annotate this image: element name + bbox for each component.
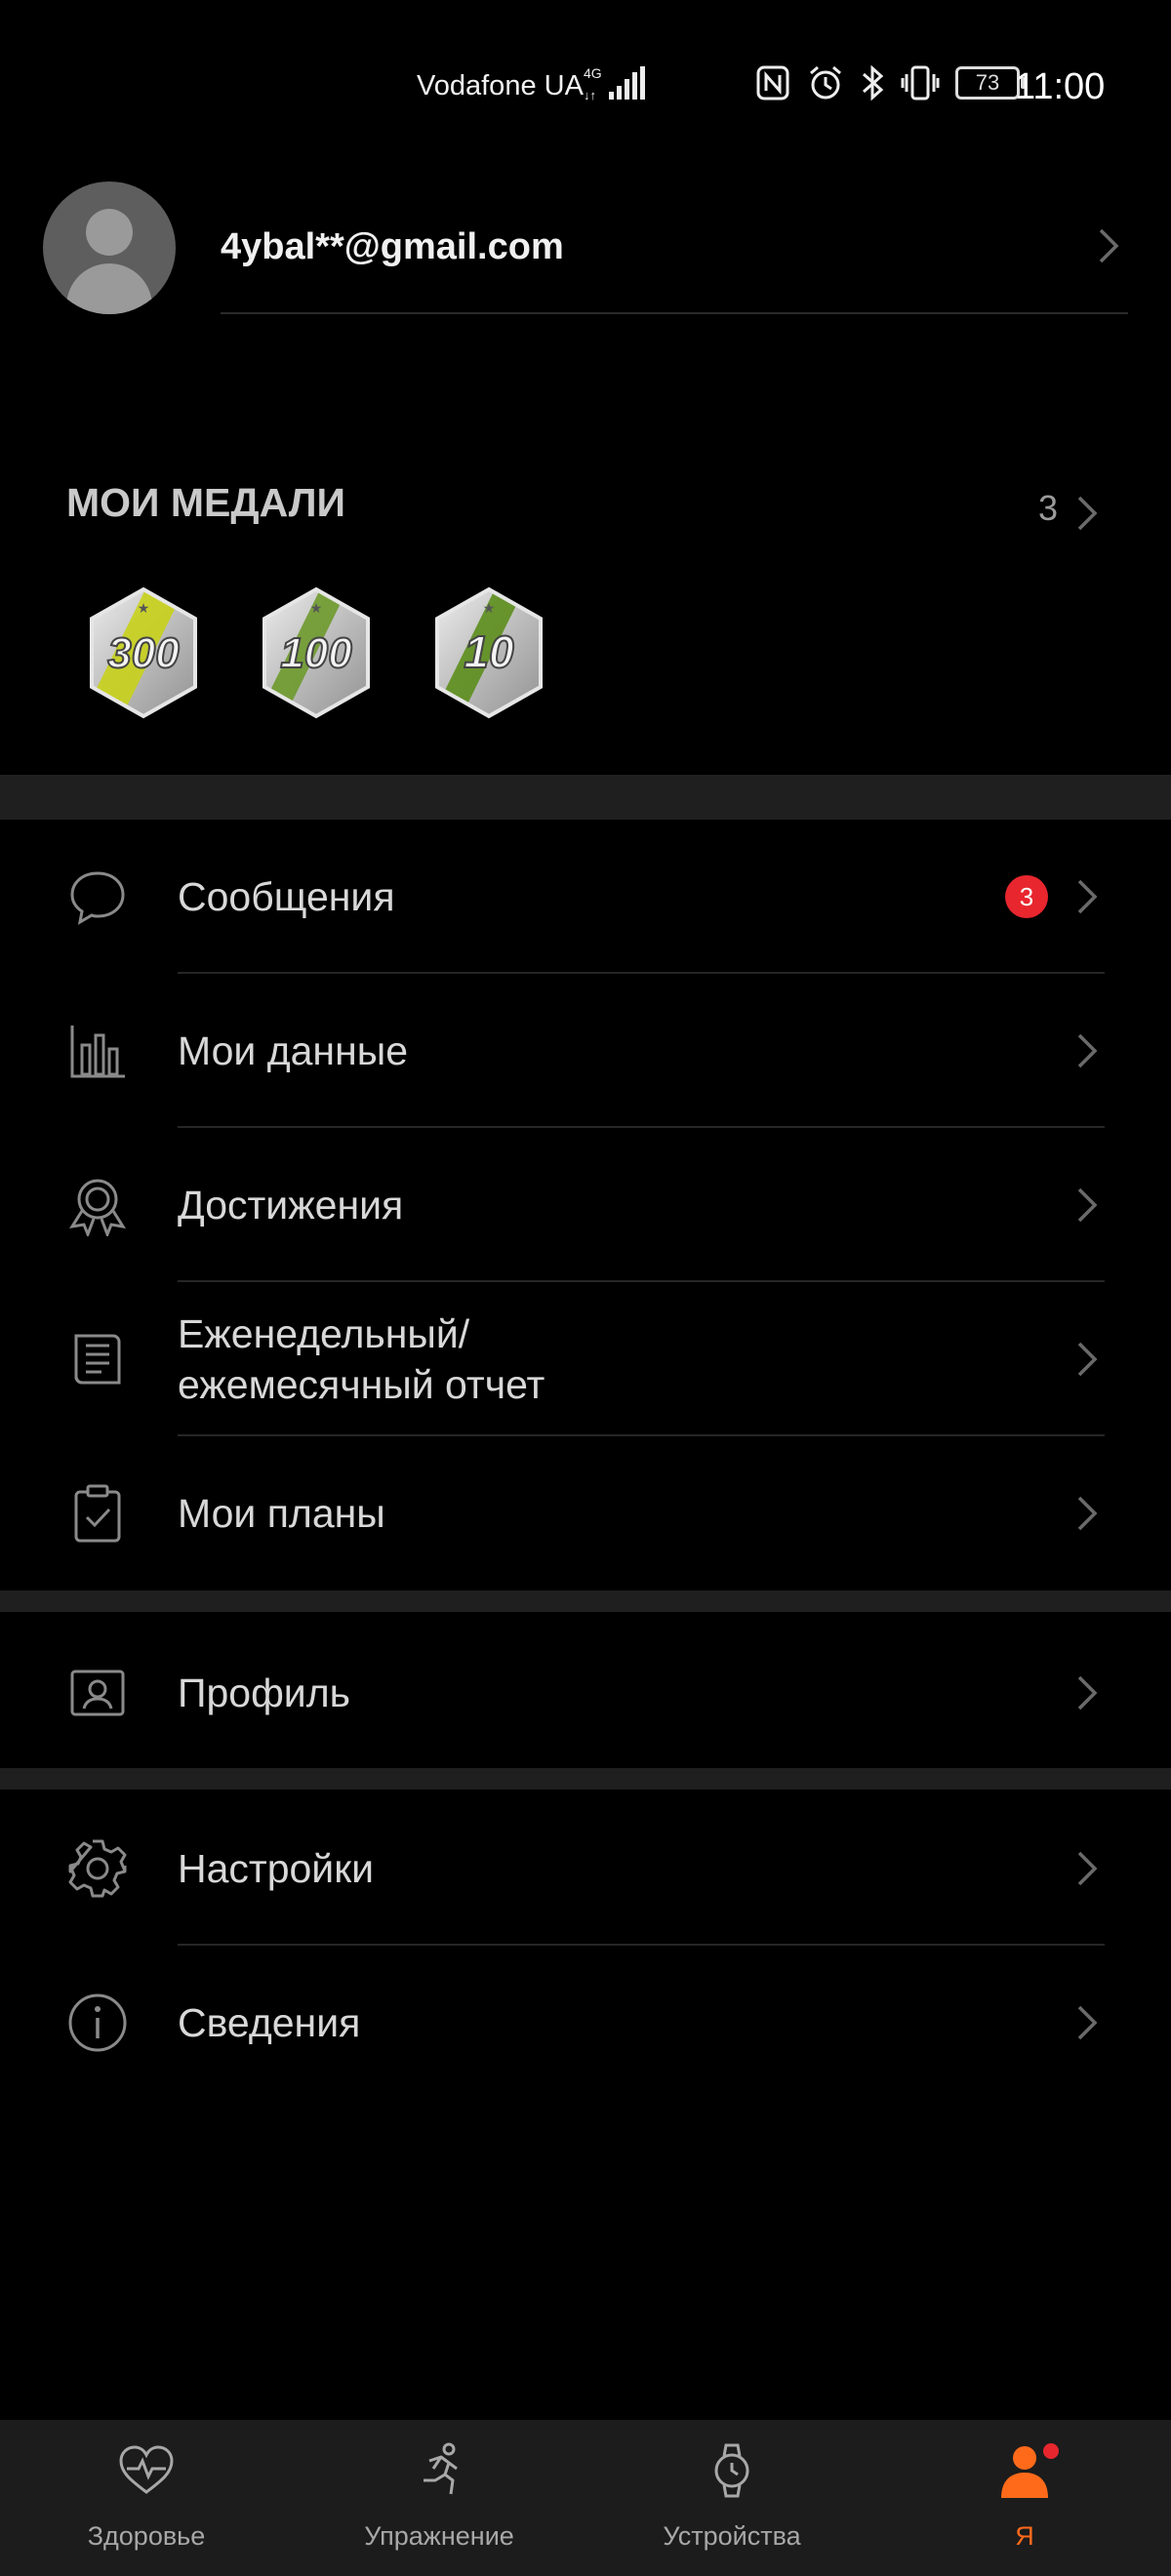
chevron-right-icon (1095, 224, 1122, 272)
section-separator (0, 1768, 1171, 1790)
unread-badge: 3 (1005, 875, 1048, 918)
menu-label: Еженедельный/ежемесячный отчет (178, 1311, 545, 1407)
menu-item-settings[interactable]: Настройки (0, 1791, 1171, 1946)
tab-label: Упражнение (364, 2521, 514, 2551)
chevron-right-icon (1077, 879, 1098, 914)
tab-label: Устройства (663, 2521, 801, 2551)
tab-label: Я (1015, 2521, 1034, 2551)
clock: 11:00 (1015, 66, 1106, 107)
chevron-right-icon (1077, 1675, 1098, 1711)
chevron-right-icon (1077, 1187, 1098, 1223)
avatar[interactable] (43, 181, 176, 314)
menu-label: Сообщения (178, 874, 395, 919)
medal-10[interactable]: 10 ★ (425, 584, 552, 722)
tab-me[interactable]: Я (878, 2420, 1171, 2576)
menu-item-my-data[interactable]: Мои данные (0, 974, 1171, 1128)
bar-chart-icon (70, 1026, 125, 1078)
chevron-right-icon (1077, 1496, 1098, 1531)
menu-item-reports[interactable]: Еженедельный/ежемесячный отчет (0, 1282, 1171, 1436)
tab-devices[interactable]: Устройства (586, 2420, 878, 2576)
section-separator (0, 1590, 1171, 1612)
gear-icon (68, 1839, 127, 1898)
svg-text:10: 10 (464, 626, 514, 677)
battery-icon: 73 (955, 66, 1026, 100)
status-icons: 73 (754, 64, 1026, 101)
menu-item-plans[interactable]: Мои планы (0, 1436, 1171, 1590)
status-bar: Vodafone UA 4G ↓↑ 73 11:00 (0, 0, 1171, 172)
award-icon (68, 1179, 127, 1236)
tab-health[interactable]: Здоровье (0, 2420, 293, 2576)
menu-label: Настройки (178, 1846, 375, 1891)
section-separator (0, 775, 1171, 820)
svg-text:100: 100 (280, 629, 352, 677)
clipboard-check-icon (74, 1484, 121, 1543)
medal-100[interactable]: 100 ★ (253, 584, 380, 722)
chevron-right-icon (1077, 2005, 1098, 2040)
svg-text:↓↑: ↓↑ (584, 88, 596, 102)
menu-label: Мои данные (178, 1028, 408, 1073)
bottom-navigation: Здоровье Упражнение Устройства Я (0, 2420, 1171, 2576)
menu-item-achievements[interactable]: Достижения (0, 1128, 1171, 1282)
svg-text:★: ★ (483, 600, 496, 616)
chevron-right-icon (1077, 1342, 1098, 1377)
chevron-right-icon (1077, 1851, 1098, 1886)
chevron-right-icon[interactable] (1073, 492, 1101, 540)
menu-label: Сведения (178, 2000, 361, 2045)
carrier-name: Vodafone UA (417, 70, 584, 101)
menu-item-profile[interactable]: Профиль (0, 1616, 1171, 1770)
alarm-icon (810, 65, 841, 100)
watch-icon (714, 2443, 749, 2498)
menu-label: Мои планы (178, 1491, 385, 1536)
bluetooth-icon (863, 64, 884, 101)
nfc-icon (756, 65, 789, 101)
account-email: 4ybal**@gmail.com (221, 226, 564, 267)
info-icon (68, 1993, 127, 2052)
runner-icon (424, 2442, 458, 2495)
tab-exercise[interactable]: Упражнение (293, 2420, 586, 2576)
medal-300[interactable]: 300 ★ (80, 584, 207, 722)
svg-text:300: 300 (107, 629, 180, 677)
chat-bubble-icon (70, 871, 125, 925)
divider (221, 312, 1128, 314)
menu-item-info[interactable]: Сведения (0, 1946, 1171, 2100)
heart-pulse-icon (119, 2445, 174, 2494)
svg-text:★: ★ (310, 600, 323, 616)
notification-dot (1043, 2443, 1059, 2459)
medals-title: МОИ МЕДАЛИ (66, 480, 345, 525)
svg-text:★: ★ (138, 600, 150, 616)
svg-text:4G: 4G (584, 65, 602, 81)
report-icon (74, 1334, 121, 1385)
menu-label: Достижения (178, 1183, 404, 1228)
signal-icon: 4G ↓↑ (584, 64, 648, 108)
vibrate-icon (901, 65, 940, 101)
chevron-right-icon (1077, 1033, 1098, 1068)
medals-count[interactable]: 3 (1038, 488, 1058, 529)
tab-label: Здоровье (87, 2521, 206, 2551)
account-row[interactable]: 4ybal**@gmail.com (0, 172, 1171, 328)
menu-label: Профиль (178, 1670, 350, 1715)
menu-item-messages[interactable]: Сообщения 3 (0, 820, 1171, 974)
profile-card-icon (70, 1670, 125, 1716)
